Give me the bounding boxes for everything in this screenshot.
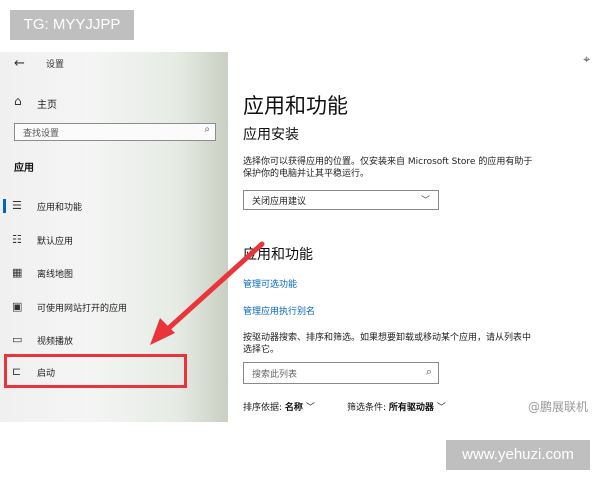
list-description-line1: 按驱动器搜索、排序和筛选。如果想要卸载或移动某个应用，请从列表中 [243,333,532,343]
sidebar-item-label: 默认应用 [37,237,74,247]
list-description-line2: 选择它。 [243,345,280,355]
sort-label: 排序依据: [243,403,283,413]
window-title: 设置 [46,60,65,70]
install-description-line2: 保护你的电脑并让其平稳运行。 [243,169,370,179]
home-icon[interactable]: ⌂ [14,94,22,108]
apps-section-title: 应用和功能 [243,247,313,263]
chevron-down-icon: ﹀ [436,403,446,413]
app-list-search-input[interactable]: 搜索此列表 ⌕ [243,362,439,384]
site-watermark-badge: www.yehuzi.com [446,440,590,470]
install-description-line1: 选择你可以获得应用的位置。仅安装来自 Microsoft Store 的应用有助… [243,157,533,167]
dropdown-value: 关闭应用建议 [252,197,307,207]
startup-highlight-box [4,354,187,388]
website-apps-icon: ▣ [12,300,23,313]
default-apps-icon: ☷ [12,233,22,246]
home-link[interactable]: 主页 [37,96,57,111]
watermark-text: @鹏展联机 [527,400,588,414]
sidebar-item-default-apps[interactable]: ☷ 默认应用 [0,228,228,252]
manage-app-aliases-link[interactable]: 管理应用执行别名 [243,304,315,317]
sidebar-item-label: 离线地图 [37,270,74,280]
more-options-icon[interactable]: ⌖ [583,52,590,67]
chevron-down-icon: ﹀ [420,196,430,206]
filter-value: 所有驱动器 [388,403,434,413]
settings-search-input[interactable]: 查找设置 ⌕ [14,123,216,141]
sort-by-control[interactable]: 排序依据: 名称 ﹀ [243,400,315,413]
sidebar-item-video-playback[interactable]: ▭ 视频播放 [0,328,228,352]
sort-value: 名称 [284,403,303,413]
settings-window: ← 设置 ⌂ 主页 查找设置 ⌕ 应用 ☰ 应用和功能 ☷ 默认应用 ▦ 离线地… [0,52,600,422]
search-placeholder: 查找设置 [23,129,60,139]
install-section-title: 应用安装 [243,127,299,143]
tg-watermark-badge: TG: MYYJJPP [10,10,134,40]
sidebar-item-label: 可使用网站打开的应用 [37,304,128,314]
back-arrow-icon[interactable]: ← [14,56,25,71]
manage-optional-features-link[interactable]: 管理可选功能 [243,277,297,290]
filter-label: 筛选条件: [347,403,387,413]
video-icon: ▭ [12,333,23,346]
search-icon[interactable]: ⌕ [426,365,432,379]
app-install-dropdown[interactable]: 关闭应用建议 ﹀ [243,190,439,210]
main-content: ⌖ 应用和功能 应用安装 选择你可以获得应用的位置。仅安装来自 Microsof… [228,52,600,422]
sidebar-item-apps-features[interactable]: ☰ 应用和功能 [0,194,228,218]
page-title: 应用和功能 [243,94,348,118]
selection-indicator [3,199,6,213]
list-search-placeholder: 搜索此列表 [252,370,298,380]
list-icon: ☰ [12,199,22,212]
map-icon: ▦ [12,266,23,279]
sidebar-item-apps-for-websites[interactable]: ▣ 可使用网站打开的应用 [0,295,228,319]
sidebar-item-label: 视频播放 [37,337,74,347]
sidebar: ← 设置 ⌂ 主页 查找设置 ⌕ 应用 ☰ 应用和功能 ☷ 默认应用 ▦ 离线地… [0,52,228,422]
sidebar-section-title: 应用 [14,163,34,174]
search-icon[interactable]: ⌕ [204,124,210,135]
sidebar-item-label: 应用和功能 [37,203,83,213]
sidebar-item-offline-maps[interactable]: ▦ 离线地图 [0,261,228,285]
filter-by-control[interactable]: 筛选条件: 所有驱动器 ﹀ [347,400,446,413]
chevron-down-icon: ﹀ [305,403,315,413]
